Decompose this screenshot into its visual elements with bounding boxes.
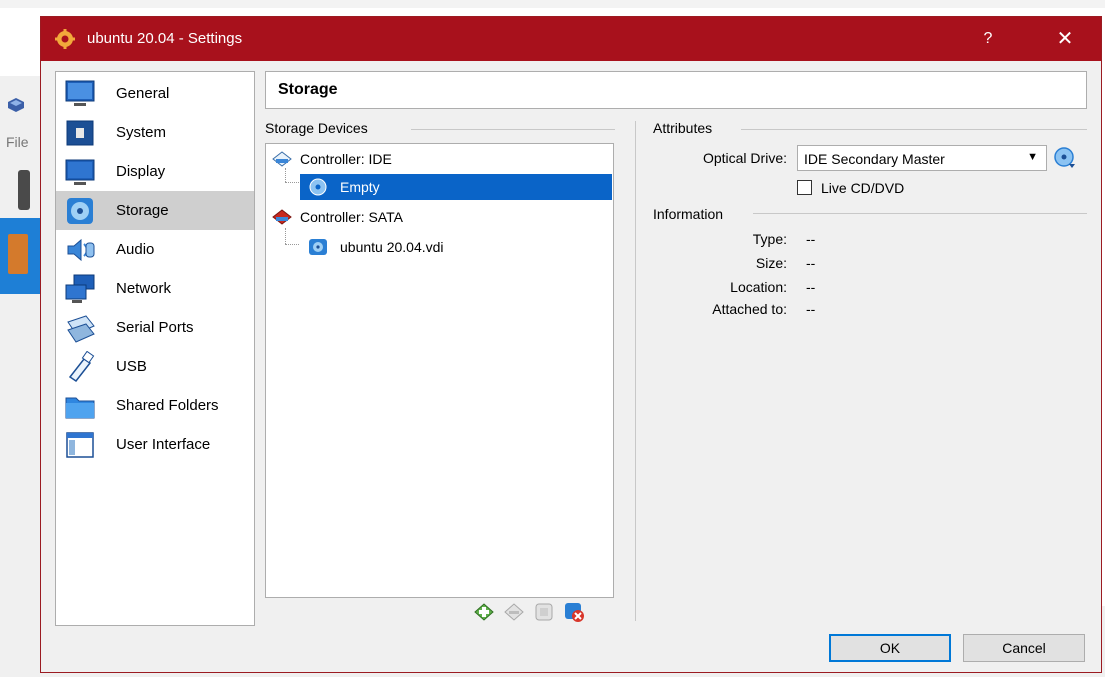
info-type-value: -- <box>806 231 816 247</box>
tree-item-label: Empty <box>340 179 380 195</box>
category-shared-folders[interactable]: Shared Folders <box>56 386 254 425</box>
information-rule <box>753 213 1087 214</box>
shared-folders-icon <box>65 397 95 419</box>
help-button[interactable]: ? <box>971 25 1005 53</box>
optical-drive-label: Optical Drive: <box>702 150 787 166</box>
category-label: General <box>116 85 170 102</box>
category-label: Network <box>116 280 172 297</box>
storage-tree: Controller: IDE Empty Controller: SATA u… <box>265 143 614 598</box>
panel-separator <box>635 121 636 621</box>
settings-gear-icon <box>55 29 75 49</box>
remove-controller-icon[interactable] <box>503 601 525 623</box>
info-location-value: -- <box>806 279 816 295</box>
optical-drive-value: IDE Secondary Master <box>804 151 945 167</box>
category-display[interactable]: Display <box>56 152 254 191</box>
tree-item-controller-sata[interactable]: Controller: SATA <box>272 204 602 230</box>
category-label: Audio <box>116 241 155 258</box>
settings-category-list: General System Display Storage Audio Net… <box>55 71 255 626</box>
background-vm-os-icon <box>8 234 28 274</box>
tree-item-ubuntu-vdi[interactable]: ubuntu 20.04.vdi <box>300 234 600 260</box>
virtualbox-logo-icon <box>8 98 24 112</box>
tree-connector <box>285 244 299 245</box>
info-size-label: Size: <box>755 255 787 271</box>
information-group-title: Information <box>653 206 732 222</box>
tree-item-label: ubuntu 20.04.vdi <box>340 239 444 255</box>
cancel-button[interactable]: Cancel <box>963 634 1085 662</box>
chevron-down-icon: ▼ <box>1027 151 1038 163</box>
info-type-label: Type: <box>752 231 787 247</box>
info-attached-to-label: Attached to: <box>712 301 787 317</box>
category-network[interactable]: Network <box>56 269 254 308</box>
usb-icon <box>68 351 95 383</box>
category-label: USB <box>116 358 147 375</box>
tree-item-label: Controller: IDE <box>300 151 392 167</box>
category-general[interactable]: General <box>56 74 254 113</box>
category-storage[interactable]: Storage <box>56 191 254 230</box>
category-user-interface[interactable]: User Interface <box>56 425 254 464</box>
section-header: Storage <box>265 71 1087 109</box>
close-button[interactable]: ✕ <box>1047 25 1083 53</box>
storage-devices-rule <box>411 129 615 130</box>
category-label: Shared Folders <box>116 397 219 414</box>
category-usb[interactable]: USB <box>56 347 254 386</box>
category-label: System <box>116 124 167 141</box>
ide-controller-icon <box>272 151 292 167</box>
settings-dialog: ubuntu 20.04 - Settings ? ✕ General Syst… <box>40 16 1102 673</box>
dialog-title: ubuntu 20.04 - Settings <box>87 30 243 47</box>
info-attached-to-value: -- <box>806 301 816 317</box>
optical-drive-select[interactable]: IDE Secondary Master ▼ <box>797 145 1047 171</box>
optical-disc-icon <box>309 178 327 196</box>
serial-ports-icon <box>67 315 95 343</box>
hard-disk-icon <box>309 239 327 255</box>
attributes-rule <box>741 129 1087 130</box>
page-title: Storage <box>278 81 338 98</box>
info-size-value: -- <box>806 255 816 271</box>
category-label: Storage <box>116 202 169 219</box>
storage-devices-group-title: Storage Devices <box>265 120 376 136</box>
background-window-sidebar: File <box>0 76 41 606</box>
live-cd-dvd-label: Live CD/DVD <box>821 180 905 196</box>
category-label: Serial Ports <box>116 319 194 336</box>
info-location-label: Location: <box>730 279 787 295</box>
category-system[interactable]: System <box>56 113 254 152</box>
general-icon <box>65 80 95 106</box>
attributes-group-title: Attributes <box>653 120 721 136</box>
category-serial-ports[interactable]: Serial Ports <box>56 308 254 347</box>
display-icon <box>65 159 95 185</box>
category-audio[interactable]: Audio <box>56 230 254 269</box>
category-label: Display <box>116 163 166 180</box>
add-attachment-icon[interactable] <box>533 601 555 623</box>
sata-controller-icon <box>272 209 292 225</box>
user-interface-icon <box>66 432 94 458</box>
audio-icon <box>67 238 95 262</box>
title-bar: ubuntu 20.04 - Settings ? ✕ <box>41 17 1101 61</box>
remove-attachment-icon[interactable] <box>563 601 585 623</box>
storage-icon <box>67 198 93 224</box>
tree-connector <box>285 182 299 183</box>
background-menu-file[interactable]: File <box>6 134 29 150</box>
background-tools-icon[interactable] <box>18 170 30 210</box>
network-icon <box>65 274 95 303</box>
category-label: User Interface <box>116 436 211 453</box>
live-cd-dvd-checkbox[interactable] <box>797 180 812 195</box>
background-window-edge <box>0 0 1105 8</box>
system-icon <box>66 120 94 146</box>
storage-tree-toolbar <box>465 601 615 627</box>
tree-connector <box>285 228 286 244</box>
tree-item-empty-optical[interactable]: Empty <box>300 174 612 200</box>
choose-disk-icon[interactable] <box>1053 146 1077 170</box>
tree-item-label: Controller: SATA <box>300 209 403 225</box>
ok-button[interactable]: OK <box>829 634 951 662</box>
add-controller-icon[interactable] <box>473 601 495 623</box>
tree-item-controller-ide[interactable]: Controller: IDE <box>272 146 602 172</box>
